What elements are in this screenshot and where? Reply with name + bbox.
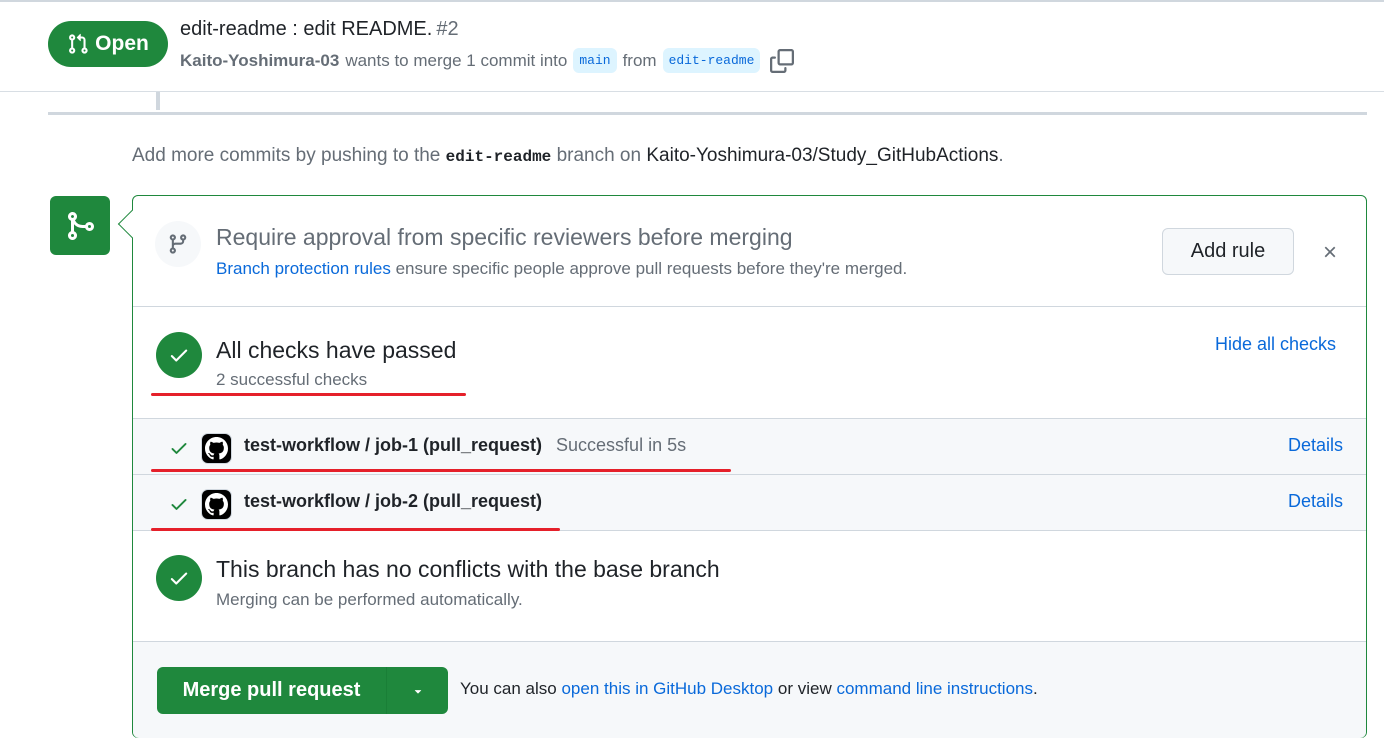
timeline-stub	[156, 92, 160, 110]
rule-prompt-desc-text: ensure specific people approve pull requ…	[395, 259, 908, 278]
github-logo-icon	[205, 493, 228, 516]
branch-protection-prompt: Require approval from specific reviewers…	[133, 196, 1366, 307]
check-status: Successful in 5s	[556, 435, 687, 455]
branch-rule-icon-wrap	[155, 221, 201, 267]
conflict-subtitle: Merging can be performed automatically.	[216, 590, 523, 609]
timeline-divider	[48, 112, 1367, 115]
github-logo-icon	[205, 437, 228, 460]
add-rule-button[interactable]: Add rule	[1162, 228, 1294, 275]
check-details-link[interactable]: Details	[1288, 435, 1343, 456]
rule-prompt-title: Require approval from specific reviewers…	[216, 224, 793, 250]
branch-protection-link[interactable]: Branch protection rules	[216, 259, 391, 278]
check-name: test-workflow / job-2 (pull_request)	[244, 491, 542, 512]
git-merge-icon	[68, 211, 95, 240]
push-hint-repo-link[interactable]: Kaito-Yoshimura-03/Study_GitHubActions	[646, 145, 998, 166]
pr-meta: Kaito-Yoshimura-03 wants to merge 1 comm…	[180, 48, 795, 73]
pr-state-badge: Open	[48, 21, 168, 67]
check-icon	[171, 443, 187, 454]
hide-all-checks-link[interactable]: Hide all checks	[1215, 334, 1336, 355]
conflict-title: This branch has no conflicts with the ba…	[216, 556, 720, 582]
push-hint-suffix: .	[998, 145, 1004, 166]
check-row: test-workflow / job-2 (pull_request) Det…	[133, 475, 1366, 531]
conflict-status-icon	[156, 555, 202, 601]
check-name-text: test-workflow / job-2 (pull_request)	[244, 491, 543, 511]
check-name: test-workflow / job-1 (pull_request) Succ…	[244, 435, 686, 456]
dismiss-button[interactable]: ×	[1314, 239, 1346, 267]
close-icon: ×	[1322, 239, 1337, 266]
annotation-underline	[151, 393, 466, 396]
check-name-text: test-workflow / job-1 (pull_request)	[244, 435, 543, 455]
open-desktop-link[interactable]: open this in GitHub Desktop	[561, 679, 773, 698]
pr-title-text: edit-readme : edit README.	[180, 18, 433, 40]
github-actions-avatar	[201, 489, 232, 520]
triangle-down-icon	[414, 689, 421, 694]
merge-actions: Merge pull request You can also open thi…	[133, 642, 1366, 738]
copy-icon[interactable]	[770, 48, 795, 73]
push-hint-branch: edit-readme	[445, 148, 552, 166]
pr-header: Open edit-readme : edit README. #2 Kaito-…	[0, 0, 1384, 92]
merge-box: Require approval from specific reviewers…	[132, 195, 1367, 738]
checks-title: All checks have passed	[216, 337, 457, 363]
pr-number: #2	[436, 18, 459, 40]
pr-title: edit-readme : edit README. #2	[180, 18, 459, 41]
merge-hint-prefix: You can also	[460, 679, 557, 698]
push-hint-middle: branch on	[556, 145, 642, 166]
merge-status-icon	[50, 196, 110, 255]
merge-pull-request-button[interactable]: Merge pull request	[157, 667, 387, 714]
pr-author-link[interactable]: Kaito-Yoshimura-03	[180, 51, 339, 71]
base-branch[interactable]: main	[573, 48, 617, 73]
check-icon	[171, 499, 187, 510]
merge-hint-suffix: .	[1033, 679, 1038, 698]
push-hint: Add more commits by pushing to the edit-…	[132, 145, 1004, 167]
check-icon	[170, 572, 188, 585]
github-actions-avatar	[201, 433, 232, 464]
push-hint-prefix: Add more commits by pushing to the	[132, 145, 441, 166]
annotation-underline	[151, 469, 731, 472]
rule-prompt-desc: Branch protection rules ensure specific …	[216, 259, 907, 279]
git-branch-icon	[169, 234, 187, 254]
pull-request-icon	[69, 33, 88, 54]
checks-summary: All checks have passed 2 successful chec…	[133, 307, 1366, 419]
check-details-link[interactable]: Details	[1288, 491, 1343, 512]
merge-text: wants to merge 1 commit into	[345, 50, 568, 70]
annotation-underline	[151, 528, 560, 531]
from-text: from	[622, 50, 657, 70]
pr-state-label: Open	[95, 32, 149, 55]
merge-method-dropdown[interactable]	[387, 667, 448, 714]
conflict-status: This branch has no conflicts with the ba…	[133, 531, 1366, 642]
head-branch[interactable]: edit-readme	[662, 48, 761, 73]
check-icon	[170, 349, 188, 362]
merge-hint: You can also open this in GitHub Desktop…	[460, 679, 1038, 699]
checks-subtitle: 2 successful checks	[216, 370, 368, 389]
merge-hint-middle: or view	[777, 679, 832, 698]
merge-button-group: Merge pull request	[157, 667, 448, 714]
checks-status-icon	[156, 332, 202, 378]
check-row: test-workflow / job-1 (pull_request) Succ…	[133, 419, 1366, 475]
command-line-link[interactable]: command line instructions	[836, 679, 1033, 698]
